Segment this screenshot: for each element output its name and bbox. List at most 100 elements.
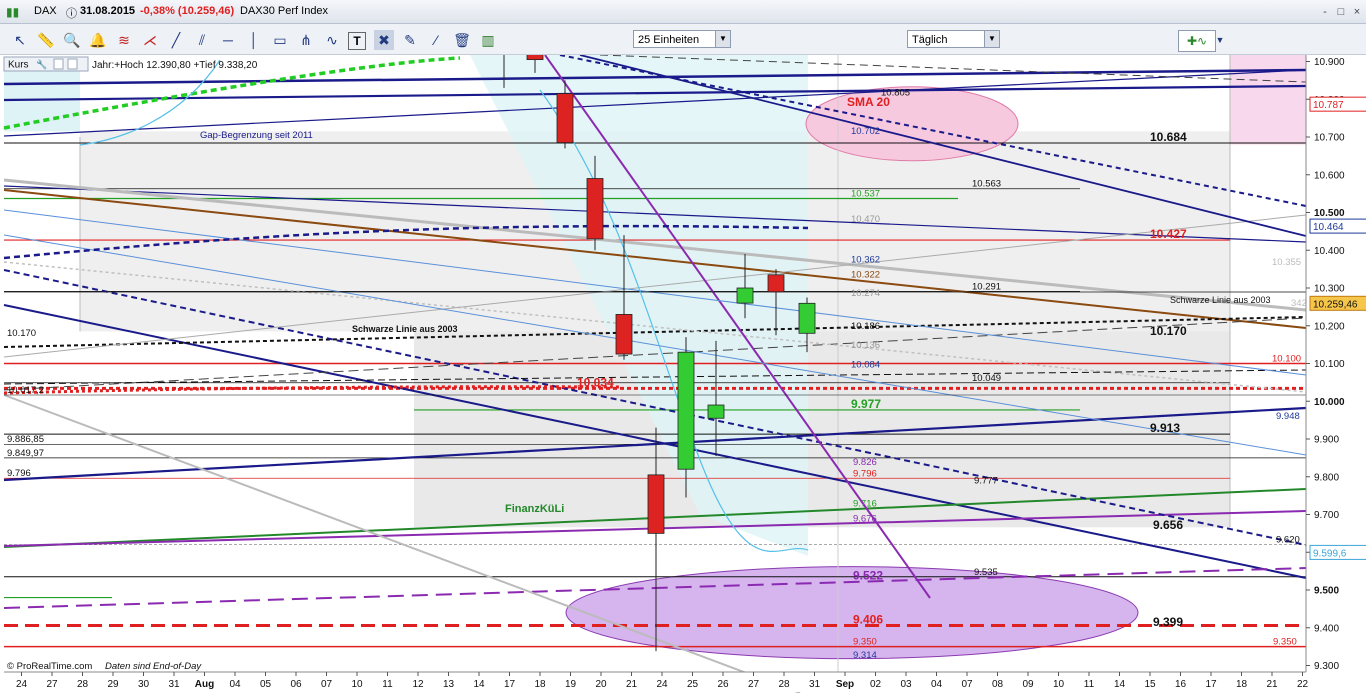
level-label: 9.535: [974, 567, 998, 578]
candle-body: [767, 274, 785, 293]
time-tick-label: 02: [870, 679, 882, 690]
vertical-line-icon[interactable]: │: [244, 30, 264, 50]
pitchfork-icon[interactable]: ⋔: [296, 30, 316, 50]
level-label: 10.563: [972, 179, 1001, 190]
time-tick-label: 28: [77, 679, 89, 690]
time-tick-label: 17: [504, 679, 516, 690]
quote-change: -0,38% (10.259,46): [140, 5, 235, 17]
legend-close-icon[interactable]: [67, 58, 78, 70]
time-tick-label: 26: [717, 679, 729, 690]
time-tick-label: 04: [931, 679, 943, 690]
drawing-toolbar: ↖ 📏 🔍 🔔 ≋ ⋌ ╱ ⫽ ─ │ ▭ ⋔ ∿ T ✖ ✎ ⁄ 🗑 ▥ 25…: [0, 24, 1366, 55]
level-label: 9.522: [853, 569, 883, 583]
chevron-down-icon[interactable]: ▼: [1214, 30, 1226, 50]
time-tick-label: 12: [412, 679, 424, 690]
close-button[interactable]: ×: [1350, 5, 1364, 19]
level-label: 9.314: [853, 650, 877, 661]
trash-icon[interactable]: 🗑: [452, 30, 472, 50]
line-annotation: Schwarze Linie aus 2003: [352, 324, 458, 334]
time-tick-label: 31: [809, 679, 821, 690]
price-tick-label: 10.900: [1314, 57, 1345, 68]
level-label: 9.826: [853, 457, 877, 468]
pink-zone: [1230, 55, 1306, 145]
support-ellipse: [565, 566, 1139, 660]
time-tick-label: 21: [626, 679, 638, 690]
level-label: 10.291: [972, 281, 1001, 292]
level-label: 9.796: [7, 468, 31, 479]
time-tick-label: 04: [229, 679, 241, 690]
level-label: 9.886,85: [7, 434, 44, 445]
time-tick-label: 21: [1266, 679, 1278, 690]
level-label: 9.948: [1276, 411, 1300, 422]
minimize-button[interactable]: -: [1318, 5, 1332, 19]
level-label: 10.100: [1272, 354, 1301, 365]
price-tick-label: 10.400: [1314, 246, 1345, 257]
wave-icon[interactable]: ∿: [322, 30, 342, 50]
time-tick-label: Aug: [195, 679, 214, 690]
tools-icon[interactable]: ✖: [374, 30, 394, 50]
time-tick-label: 15: [1144, 679, 1156, 690]
price-chart[interactable]: 10.805SMA 2010.702 10.68410.56310.53710.4…: [0, 55, 1366, 693]
indicators-icon[interactable]: ✚∿: [1178, 30, 1216, 52]
fan-icon[interactable]: ⋌: [140, 30, 160, 50]
price-tick-label: 10.300: [1314, 284, 1345, 295]
level-label: 342: [1291, 298, 1307, 309]
info-icon[interactable]: ⓘ: [66, 5, 77, 21]
candle-body: [647, 474, 665, 534]
level-label: 10.017,2: [7, 385, 44, 396]
time-tick-label: 11: [382, 679, 393, 690]
channel-icon[interactable]: ⫽: [192, 30, 212, 50]
time-tick-label: 29: [107, 679, 119, 690]
price-tick-label: 10.600: [1314, 170, 1345, 181]
time-tick-label: 31: [168, 679, 180, 690]
chevron-down-icon: ▼: [715, 31, 730, 47]
pencil-icon[interactable]: ✎: [400, 30, 420, 50]
legend-kurs-label: Kurs: [8, 60, 29, 71]
level-label: 9.406: [853, 612, 883, 626]
alarm-icon[interactable]: 🔔: [88, 30, 108, 50]
trendline-icon[interactable]: ╱: [166, 30, 186, 50]
text-icon[interactable]: T: [348, 32, 366, 50]
footer-brand: © ProRealTime.com: [7, 661, 92, 672]
ruler-icon[interactable]: 📏: [36, 30, 56, 50]
fibonacci-icon[interactable]: ≋: [114, 30, 134, 50]
time-tick-label: 25: [687, 679, 699, 690]
time-tick-label: 10: [1053, 679, 1065, 690]
time-tick-label: 07: [321, 679, 333, 690]
level-label: 9.676: [853, 514, 877, 525]
time-tick-label: 24: [656, 679, 668, 690]
time-tick-label: Sep: [836, 679, 854, 690]
period-select-value: Täglich: [912, 34, 948, 46]
time-tick-label: 07: [961, 679, 973, 690]
brush-icon[interactable]: ⁄: [426, 30, 446, 50]
instrument-name: DAX: [34, 5, 57, 17]
time-tick-label: 24: [16, 679, 28, 690]
level-label: 10.274: [851, 288, 880, 299]
quote-date: 31.08.2015: [80, 5, 136, 17]
level-label: 10.034: [577, 375, 614, 389]
price-tick-label: 9.800: [1314, 472, 1339, 483]
wrench-icon: 🔧: [36, 59, 47, 70]
time-tick-label: 27: [46, 679, 58, 690]
period-select[interactable]: Täglich ▼: [907, 30, 1000, 48]
level-label: 9.977: [851, 397, 881, 411]
zoom-icon[interactable]: 🔍: [62, 30, 82, 50]
pointer-icon[interactable]: ↖: [10, 30, 30, 50]
time-tick-label: 09: [1022, 679, 1034, 690]
time-tick-label: 18: [534, 679, 546, 690]
time-tick-label: 27: [748, 679, 760, 690]
maximize-button[interactable]: □: [1334, 5, 1348, 19]
level-label: 10.170: [7, 328, 36, 339]
level-label: 9.350: [853, 637, 877, 648]
rectangle-icon[interactable]: ▭: [270, 30, 290, 50]
horizontal-line-icon[interactable]: ─: [218, 30, 238, 50]
price-badge-label: 10.259,46: [1313, 299, 1358, 310]
level-label: 10.702: [851, 126, 880, 137]
time-tick-label: 16: [1175, 679, 1187, 690]
bars-icon[interactable]: ▥: [478, 30, 498, 50]
level-label: 9.620: [1276, 535, 1300, 546]
level-label: 10.684: [1150, 130, 1187, 144]
legend-settings-icon[interactable]: [53, 58, 64, 70]
units-select[interactable]: 25 Einheiten ▼: [633, 30, 731, 48]
price-badge-label: 9.599,6: [1313, 548, 1347, 559]
